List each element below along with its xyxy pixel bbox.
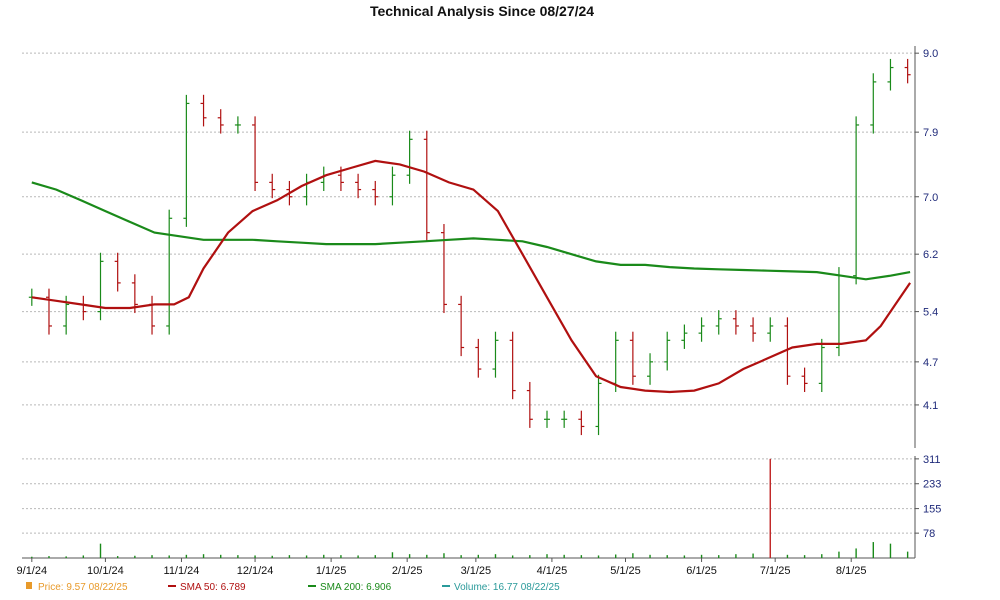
legend-label: SMA 200: 6.906 <box>320 582 392 593</box>
price-bar <box>870 73 877 134</box>
price-bar <box>269 173 276 199</box>
price-bar <box>561 410 568 428</box>
x-tick-label: 4/1/25 <box>537 565 568 577</box>
x-tick-label: 11/1/24 <box>164 565 200 577</box>
price-bar <box>200 94 207 127</box>
price-bar <box>801 367 808 393</box>
chart-title: Technical Analysis Since 08/27/24 <box>370 3 594 19</box>
x-tick-label: 6/1/25 <box>686 565 717 577</box>
price-tick-label: 7.0 <box>923 192 938 204</box>
price-bar <box>595 374 602 436</box>
legend-item: Volume: 16.77 08/22/25 <box>442 582 560 593</box>
price-bar <box>423 130 430 242</box>
price-bar <box>183 94 190 227</box>
x-tick-label: 5/1/25 <box>610 565 641 577</box>
legend-item: SMA 50: 6.789 <box>168 582 246 593</box>
price-bar <box>681 324 688 349</box>
price-bar <box>320 166 327 192</box>
price-bar <box>114 252 121 292</box>
price-bar <box>647 353 654 385</box>
legend-item: Price: 9.57 08/22/25 <box>26 582 128 593</box>
price-bar <box>835 267 842 357</box>
price-bar <box>475 338 482 378</box>
price-bar <box>389 166 396 206</box>
legend-label: Price: 9.57 08/22/25 <box>38 582 128 593</box>
x-tick-label: 8/1/25 <box>836 565 867 577</box>
price-bar <box>372 180 379 206</box>
volume-tick-label: 311 <box>923 454 941 466</box>
price-tick-label: 4.1 <box>923 400 938 412</box>
price-bar <box>149 295 156 335</box>
price-tick-label: 5.4 <box>923 307 938 319</box>
price-bar <box>406 130 413 184</box>
price-bar <box>698 317 705 342</box>
price-tick-label: 9.0 <box>923 48 938 60</box>
price-bar <box>492 331 499 378</box>
x-tick-label: 1/1/25 <box>316 565 347 577</box>
x-axis: 9/1/24 10/1/24 11/1/24 12/1/24 1/1/25 2/1/25 3… <box>17 558 867 577</box>
volume-tick-label: 155 <box>923 504 941 516</box>
price-bar <box>355 173 362 199</box>
price-bar <box>217 109 224 134</box>
price-tick-label: 4.7 <box>923 357 938 369</box>
price-bar <box>166 209 173 335</box>
technical-analysis-chart: Technical Analysis Since 08/27/24 9.0 7.9… <box>17 3 942 593</box>
legend-label: SMA 50: 6.789 <box>180 582 246 593</box>
x-tick-label: 2/1/25 <box>392 565 423 577</box>
x-tick-label: 10/1/24 <box>87 565 124 577</box>
price-bar <box>578 410 585 436</box>
price-bar <box>509 331 516 400</box>
price-bar <box>97 252 104 321</box>
volume-tick-label: 78 <box>923 528 935 540</box>
price-bar <box>234 116 241 134</box>
x-tick-label: 7/1/25 <box>760 565 791 577</box>
price-tick-label: 7.9 <box>923 127 938 139</box>
legend-item: SMA 200: 6.906 <box>308 582 392 593</box>
price-bar <box>80 295 87 321</box>
price-bar <box>732 310 739 335</box>
x-tick-label: 3/1/25 <box>461 565 492 577</box>
x-tick-label: 9/1/24 <box>17 565 48 577</box>
chart-legend: Price: 9.57 08/22/25 SMA 50: 6.789 SMA 200… <box>26 582 560 593</box>
price-bar <box>629 331 636 385</box>
x-tick-label: 12/1/24 <box>237 565 274 577</box>
price-bar <box>544 410 551 428</box>
price-bar <box>303 173 310 206</box>
price-bar <box>458 295 465 357</box>
legend-swatch-price <box>26 582 32 589</box>
price-bar <box>715 310 722 335</box>
price-bar <box>664 331 671 371</box>
volume-panel: 311 233 155 78 <box>22 454 941 559</box>
price-bar <box>440 224 447 314</box>
price-bar <box>904 58 911 84</box>
price-bar <box>887 58 894 91</box>
price-bar <box>767 317 774 342</box>
price-bar <box>750 317 757 342</box>
volume-tick-label: 233 <box>923 479 941 491</box>
price-bar <box>853 116 860 285</box>
price-bar <box>252 116 259 192</box>
price-bar <box>818 338 825 393</box>
price-tick-label: 6.2 <box>923 249 938 261</box>
sma50-line <box>31 159 912 394</box>
price-panel: 9.0 7.9 7.0 6.2 5.4 4.7 4.1 <box>22 46 938 448</box>
legend-label: Volume: 16.77 08/22/25 <box>454 582 560 593</box>
